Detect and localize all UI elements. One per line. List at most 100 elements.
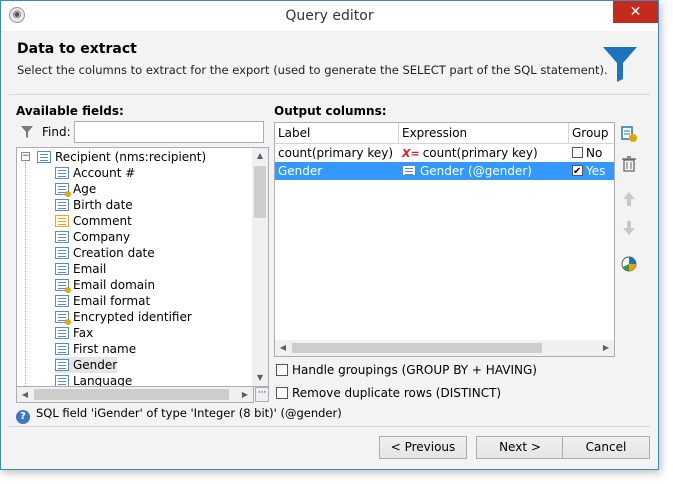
status-line: ? SQL field 'iGender' of type 'Integer (8… — [16, 406, 342, 424]
row-group: Yes — [586, 164, 606, 178]
tree-item-gender[interactable]: Gender — [55, 357, 118, 373]
fields-tree[interactable]: − Recipient (nms:recipient) Account # Ag… — [16, 147, 269, 387]
tree-item-label: Birth date — [73, 198, 133, 212]
group-checkbox[interactable] — [572, 163, 583, 181]
tree-item-comment[interactable]: Comment — [55, 213, 132, 229]
header: Data to extract Select the columns to ex… — [9, 33, 650, 95]
tree-item-label: Email — [73, 262, 107, 276]
next-button[interactable]: Next > — [476, 436, 564, 459]
tree-item-label: Email domain — [73, 278, 156, 292]
scroll-thumb[interactable] — [254, 166, 266, 218]
tree-item-label: Age — [73, 182, 97, 196]
footer-divider — [9, 426, 650, 427]
column-header-group[interactable]: Group — [569, 123, 614, 144]
list-field-icon — [55, 263, 69, 275]
tree-item-account[interactable]: Account # — [55, 165, 135, 181]
tree-vertical-scrollbar[interactable]: ▲ ▼ — [252, 148, 268, 386]
scroll-down-arrow-icon[interactable]: ▼ — [252, 370, 268, 386]
calculated-field-icon — [55, 279, 71, 293]
previous-button[interactable]: < Previous — [379, 436, 467, 459]
remove-duplicates-option[interactable]: Remove duplicate rows (DISTINCT) — [276, 386, 501, 400]
tree-item-age[interactable]: Age — [55, 181, 96, 197]
window-title: Query editor — [285, 8, 374, 24]
scroll-left-arrow-icon[interactable]: ◀ — [275, 340, 291, 356]
scroll-left-arrow-icon[interactable]: ◀ — [17, 387, 33, 402]
more-options-button[interactable]: ··· — [255, 387, 269, 402]
group-checkbox[interactable] — [572, 147, 583, 158]
tree-item-label: Company — [73, 230, 131, 244]
list-field-icon — [55, 167, 69, 179]
column-header-label[interactable]: Label — [275, 123, 399, 144]
tree-item-email-domain[interactable]: Email domain — [55, 277, 155, 293]
tree-item-fax[interactable]: Fax — [55, 325, 93, 341]
cancel-button[interactable]: Cancel — [562, 436, 650, 459]
row-group-cell[interactable]: Yes — [569, 162, 606, 181]
tree-item-label: Encrypted identifier — [73, 310, 192, 324]
grid-header: Label Expression Group — [275, 123, 614, 144]
add-column-icon[interactable] — [620, 125, 638, 143]
delete-icon[interactable] — [620, 155, 638, 173]
table-row-selected[interactable]: Gender Gender (@gender) Yes — [275, 162, 614, 181]
row-label: count(primary key) — [278, 146, 394, 160]
tree-item-first-name[interactable]: First name — [55, 341, 136, 357]
remove-duplicates-checkbox[interactable] — [276, 387, 288, 399]
find-input[interactable] — [74, 121, 264, 143]
list-field-icon — [55, 199, 69, 211]
schema-icon — [37, 151, 51, 163]
tree-root-label: Recipient (nms:recipient) — [55, 150, 207, 164]
tree-item-language[interactable]: Language — [55, 373, 133, 387]
tree-item-creation-date[interactable]: Creation date — [55, 245, 155, 261]
handle-groupings-checkbox[interactable] — [276, 364, 288, 376]
column-header-expression[interactable]: Expression — [399, 123, 569, 144]
output-columns-label: Output columns: — [274, 104, 387, 118]
tree-horizontal-scrollbar[interactable]: ◀ ▶ — [16, 387, 254, 403]
expression-icon: X= — [402, 147, 420, 160]
tree-item-label: Account # — [73, 166, 136, 180]
list-field-icon — [55, 247, 69, 259]
help-icon: ? — [16, 410, 30, 424]
distribution-chart-icon[interactable] — [620, 255, 638, 273]
collapse-icon[interactable]: − — [21, 152, 30, 161]
table-row[interactable]: count(primary key) X= count(primary key) … — [275, 144, 614, 162]
tree-item-email[interactable]: Email — [55, 261, 106, 277]
handle-groupings-option[interactable]: Handle groupings (GROUP BY + HAVING) — [276, 363, 537, 377]
tree-item-encrypted-identifier[interactable]: Encrypted identifier — [55, 309, 192, 325]
tree-item-label: Gender — [73, 358, 118, 372]
title-bar: ◉ Query editor ✕ — [1, 1, 658, 31]
tree-item-label: Comment — [73, 214, 132, 228]
move-up-icon[interactable] — [620, 190, 638, 208]
handle-groupings-label: Handle groupings (GROUP BY + HAVING) — [292, 363, 537, 377]
list-field-icon — [55, 359, 69, 371]
tree-item-label: Language — [73, 374, 133, 387]
tree-item-label: Creation date — [73, 246, 155, 260]
scroll-thumb[interactable] — [292, 343, 542, 353]
header-title: Data to extract — [17, 41, 137, 57]
list-field-icon — [55, 327, 69, 339]
filter-icon — [21, 126, 33, 138]
row-label: Gender — [278, 164, 323, 178]
remove-duplicates-label: Remove duplicate rows (DISTINCT) — [292, 386, 502, 400]
output-columns-grid[interactable]: Label Expression Group count(primary key… — [274, 122, 615, 357]
close-icon: ✕ — [629, 4, 642, 20]
close-button[interactable]: ✕ — [613, 1, 658, 23]
scroll-up-arrow-icon[interactable]: ▲ — [252, 148, 268, 164]
tree-item-email-format[interactable]: Email format — [55, 293, 150, 309]
funnel-icon — [603, 47, 637, 82]
header-description: Select the columns to extract for the ex… — [17, 63, 608, 77]
memo-field-icon — [55, 215, 69, 227]
row-group-cell[interactable]: No — [569, 144, 602, 162]
scroll-right-arrow-icon[interactable]: ▶ — [598, 340, 614, 356]
tree-root-recipient[interactable]: Recipient (nms:recipient) — [37, 149, 206, 165]
move-down-icon[interactable] — [620, 219, 638, 237]
scroll-right-arrow-icon[interactable]: ▶ — [237, 387, 253, 402]
tree-item-company[interactable]: Company — [55, 229, 130, 245]
calculated-field-icon — [55, 311, 71, 325]
status-text: SQL field 'iGender' of type 'Integer (8 … — [36, 406, 342, 420]
tree-item-birth-date[interactable]: Birth date — [55, 197, 133, 213]
tree-line — [25, 162, 26, 386]
available-fields-label: Available fields: — [16, 104, 124, 118]
scroll-thumb[interactable] — [34, 389, 229, 400]
list-field-icon — [55, 375, 69, 386]
grid-horizontal-scrollbar[interactable]: ◀ ▶ — [275, 340, 614, 356]
tree-item-label: Fax — [73, 326, 94, 340]
